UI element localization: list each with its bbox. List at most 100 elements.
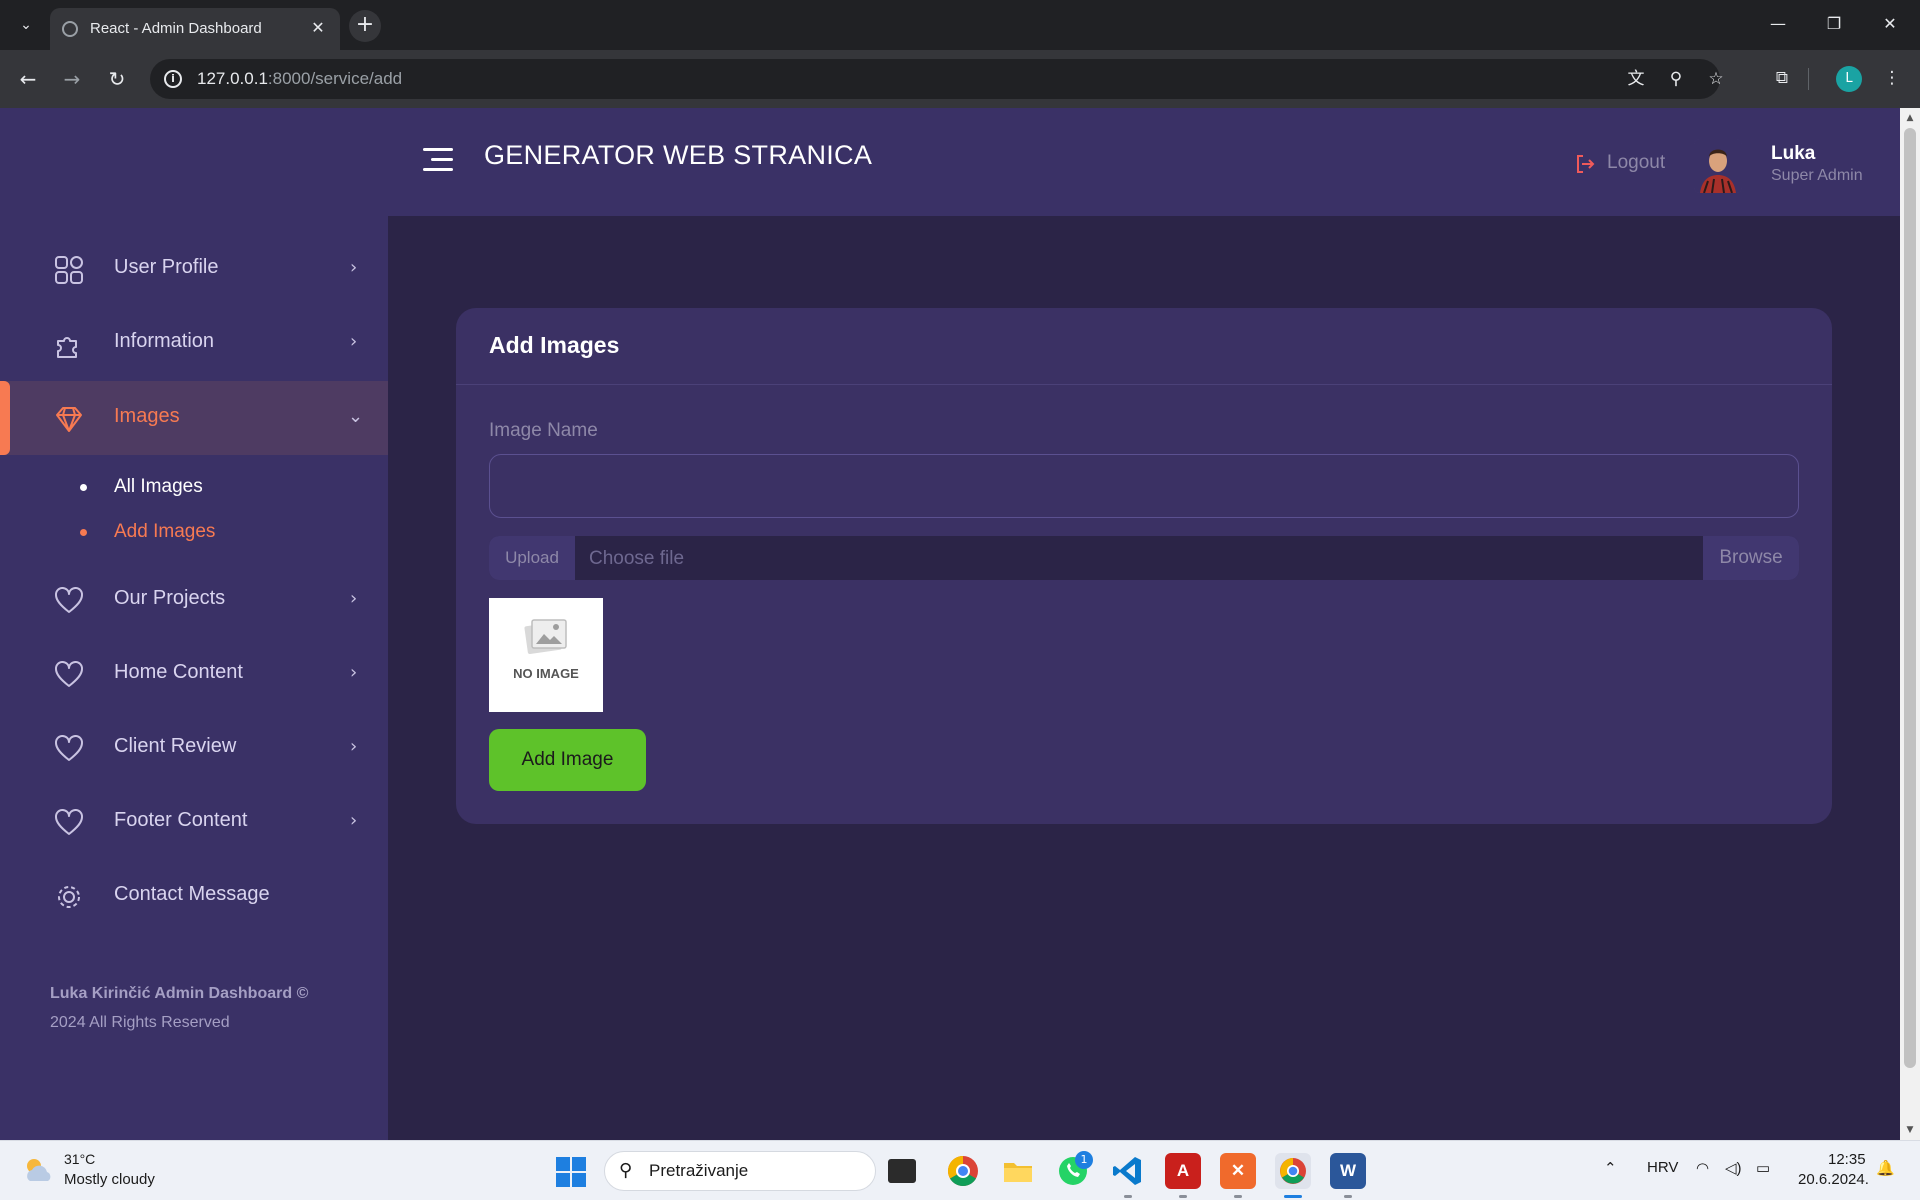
translate-icon[interactable]: 文 — [1624, 67, 1648, 91]
bullet-icon — [80, 484, 87, 491]
sidebar-item-label: Images — [114, 405, 180, 427]
sidebar-item-home-content[interactable]: Home Content › — [0, 637, 388, 711]
card-title: Add Images — [489, 332, 620, 358]
subitem-label: Add Images — [114, 521, 216, 542]
url-text: 127.0.0.1:8000/service/add — [197, 69, 403, 88]
sidebar: User Profile › Information › Images ⌄ Al… — [0, 108, 388, 1140]
back-icon[interactable]: ← — [16, 67, 40, 91]
whatsapp-badge: 1 — [1075, 1151, 1093, 1169]
clock-date[interactable]: 20.6.2024. — [1798, 1171, 1869, 1188]
profile-avatar[interactable]: L — [1836, 66, 1862, 92]
browser-tab[interactable]: React - Admin Dashboard ✕ — [50, 8, 340, 50]
add-image-button[interactable]: Add Image — [489, 729, 646, 791]
sidebar-item-our-projects[interactable]: Our Projects › — [0, 563, 388, 637]
hamburger-menu-icon[interactable] — [423, 148, 453, 174]
xampp-icon[interactable]: ✕ — [1220, 1153, 1256, 1189]
file-upload-group[interactable]: Upload Choose file Browse — [489, 536, 1799, 580]
language-indicator[interactable]: HRV — [1647, 1159, 1678, 1176]
cloudy-weather-icon[interactable] — [22, 1155, 56, 1185]
file-input[interactable]: Choose file — [589, 548, 684, 570]
heart-icon — [55, 661, 83, 687]
browse-button[interactable]: Browse — [1703, 536, 1799, 580]
battery-icon[interactable]: ▭ — [1756, 1159, 1770, 1177]
chevron-right-icon: › — [350, 736, 358, 757]
vscode-icon[interactable] — [1110, 1153, 1146, 1189]
chevron-right-icon: › — [350, 588, 358, 609]
clock-time[interactable]: 12:35 — [1828, 1151, 1866, 1168]
browser-menu-icon[interactable]: ⋮ — [1880, 66, 1904, 90]
image-name-label: Image Name — [489, 420, 598, 441]
sidebar-item-information[interactable]: Information › — [0, 306, 388, 380]
forward-icon[interactable]: → — [60, 67, 84, 91]
site-info-icon[interactable]: i — [164, 70, 182, 88]
taskbar-search-placeholder: Pretraživanje — [649, 1161, 749, 1180]
sidebar-item-label: User Profile — [114, 256, 219, 278]
toolbar-separator — [1808, 68, 1809, 90]
sidebar-item-label: Contact Message — [114, 883, 270, 905]
word-icon[interactable]: W — [1330, 1153, 1366, 1189]
windows-start-icon[interactable] — [556, 1157, 586, 1187]
sidebar-item-contact-message[interactable]: Contact Message — [0, 859, 388, 933]
sidebar-item-label: Our Projects — [114, 587, 226, 609]
scroll-down-arrow-icon[interactable]: ▼ — [1900, 1122, 1920, 1138]
chrome-active-icon[interactable] — [1275, 1153, 1311, 1189]
volume-icon[interactable]: ◁) — [1725, 1159, 1742, 1177]
gear-icon — [58, 886, 80, 908]
tray-chevron-up-icon[interactable]: ⌃ — [1604, 1159, 1617, 1177]
new-tab-button[interactable]: + — [349, 10, 381, 42]
image-preview: NO IMAGE — [489, 598, 603, 712]
running-indicator — [1179, 1195, 1187, 1198]
scroll-up-arrow-icon[interactable]: ▲ — [1900, 110, 1920, 126]
logout-link[interactable]: Logout — [1607, 152, 1665, 174]
page-scrollbar[interactable]: ▲ ▼ — [1900, 108, 1920, 1140]
sidebar-footer: Luka Kirinčić Admin Dashboard © 2024 All… — [50, 979, 350, 1037]
globe-icon — [62, 21, 78, 37]
close-tab-icon[interactable]: ✕ — [308, 18, 328, 38]
logout-icon[interactable] — [1574, 153, 1596, 175]
sidebar-subitem-all-images[interactable]: All Images — [0, 467, 388, 507]
sidebar-item-images[interactable]: Images ⌄ — [0, 381, 388, 455]
bullet-icon — [80, 529, 87, 536]
restore-icon[interactable]: ❐ — [1822, 12, 1846, 36]
extensions-icon[interactable]: ⧉ — [1770, 66, 1794, 90]
image-placeholder-icon — [524, 619, 567, 654]
file-explorer-icon[interactable] — [1000, 1153, 1036, 1189]
tab-search-icon[interactable]: ⌄ — [14, 13, 38, 37]
notification-bell-icon[interactable]: 🔔 — [1876, 1159, 1895, 1177]
running-indicator — [1124, 1195, 1132, 1198]
window-close-icon[interactable]: ✕ — [1878, 12, 1902, 36]
scrollbar-thumb[interactable] — [1904, 128, 1916, 1068]
search-icon: ⚲ — [619, 1160, 633, 1181]
running-indicator — [1344, 1195, 1352, 1198]
user-name: Luka — [1771, 143, 1816, 164]
weather-description: Mostly cloudy — [64, 1171, 155, 1188]
chevron-right-icon: › — [350, 662, 358, 683]
avatar[interactable] — [1694, 139, 1742, 193]
chevron-right-icon: › — [350, 331, 358, 352]
sidebar-item-user-profile[interactable]: User Profile › — [0, 232, 388, 306]
sidebar-subitem-add-images[interactable]: Add Images — [0, 512, 388, 552]
chrome-icon[interactable] — [945, 1153, 981, 1189]
footer-owner: Luka Kirinčić Admin Dashboard © — [50, 985, 309, 1002]
tab-title: React - Admin Dashboard — [90, 20, 262, 37]
brand-title: GENERATOR WEB STRANICA — [484, 140, 873, 170]
weather-temperature: 31°C — [64, 1151, 96, 1167]
diamond-icon — [56, 407, 82, 432]
sidebar-item-footer-content[interactable]: Footer Content › — [0, 785, 388, 859]
card-divider — [456, 384, 1832, 385]
upload-label: Upload — [489, 536, 575, 580]
image-name-input[interactable] — [489, 454, 1799, 518]
minimize-icon[interactable]: — — [1766, 12, 1790, 36]
sidebar-item-label: Information — [114, 330, 215, 352]
wifi-icon[interactable]: ◠ — [1696, 1159, 1709, 1177]
zoom-icon[interactable]: ⚲ — [1664, 67, 1688, 91]
sidebar-item-label: Client Review — [114, 735, 237, 757]
task-view-icon[interactable] — [888, 1159, 916, 1183]
taskbar-search[interactable]: ⚲ Pretraživanje — [604, 1151, 876, 1191]
bookmark-star-icon[interactable]: ☆ — [1704, 67, 1728, 91]
add-images-card: Add Images Image Name Upload Choose file… — [456, 308, 1832, 824]
sidebar-item-client-review[interactable]: Client Review › — [0, 711, 388, 785]
reload-icon[interactable]: ↻ — [105, 67, 129, 91]
acrobat-icon[interactable]: A — [1165, 1153, 1201, 1189]
address-bar[interactable]: i 127.0.0.1:8000/service/add 文 ⚲ ☆ — [150, 59, 1724, 99]
